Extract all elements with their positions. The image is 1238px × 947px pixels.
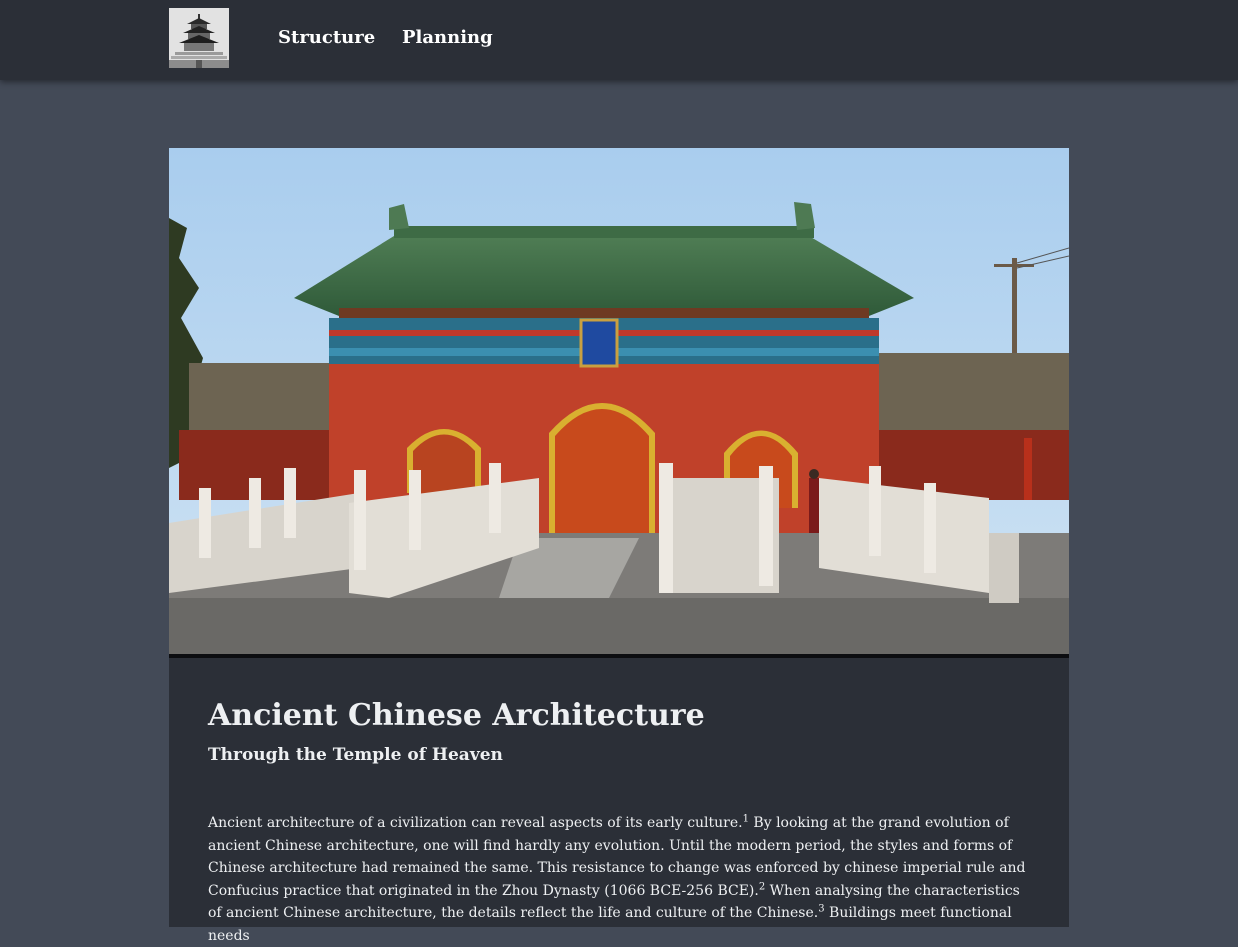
nav-link-structure[interactable]: Structure <box>278 27 375 48</box>
article-card: Ancient Chinese Architecture Through the… <box>169 658 1069 944</box>
temple-logo-icon[interactable] <box>169 8 229 68</box>
page-title: Ancient Chinese Architecture <box>208 698 705 733</box>
nav-link-planning[interactable]: Planning <box>402 27 493 48</box>
page-subtitle: Through the Temple of Heaven <box>208 745 503 765</box>
hero-image <box>169 148 1069 654</box>
navbar: Structure Planning <box>0 0 1238 80</box>
paragraph-text: Ancient architecture of a civilization c… <box>208 815 743 831</box>
